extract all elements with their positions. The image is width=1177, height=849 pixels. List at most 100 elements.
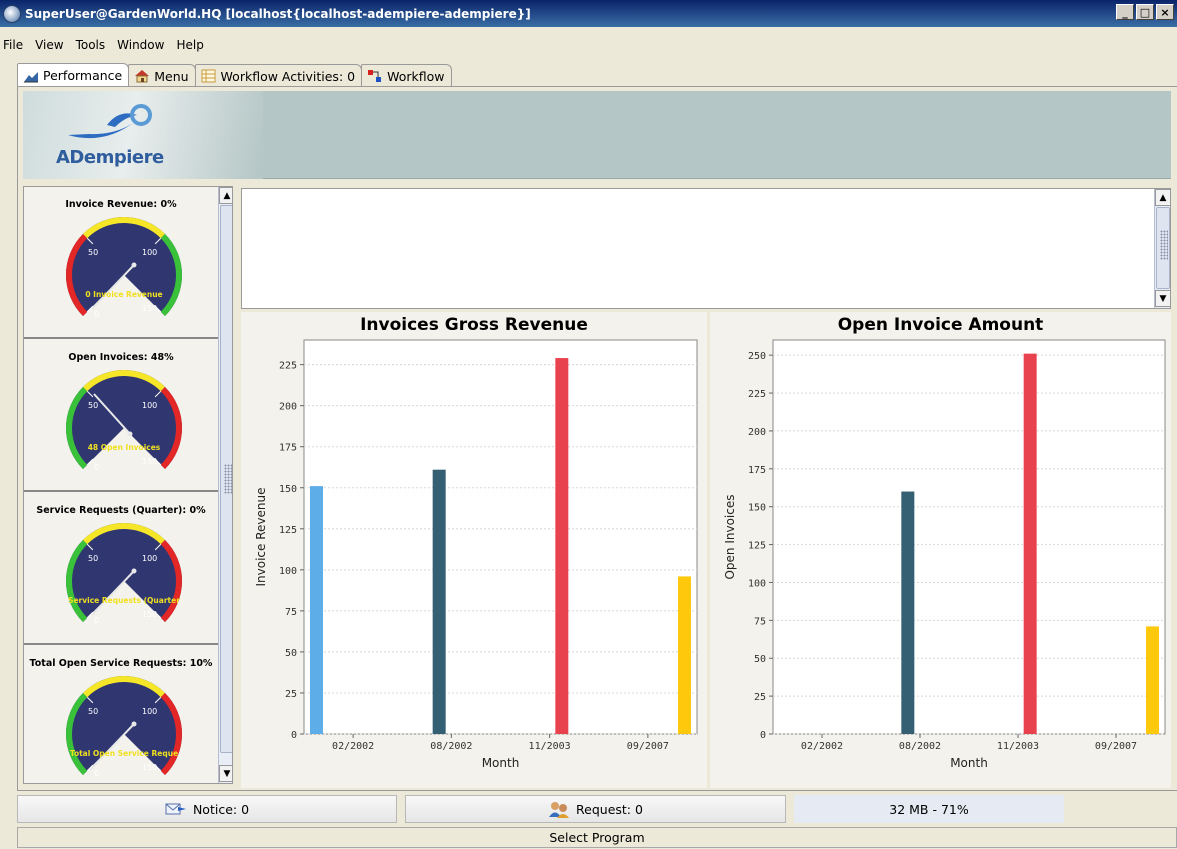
gauge-tick-label: 0 — [94, 769, 99, 776]
bar — [555, 358, 569, 734]
scroll-thumb[interactable] — [220, 205, 232, 753]
scroll-thumb[interactable] — [1156, 207, 1170, 289]
gauge-cell[interactable]: Service Requests (Quarter): 0% 0 50 100 150 S… — [24, 493, 218, 645]
program-status: Select Program — [17, 827, 1177, 848]
x-tick-label: 08/2002 — [899, 741, 941, 752]
logo: ADempiere — [23, 91, 263, 179]
gauge-cell[interactable]: Total Open Service Requests: 10% 0 50 100 15… — [24, 646, 218, 783]
notice-icon — [165, 803, 186, 815]
scroll-up-arrow-icon[interactable]: ▲ — [1155, 189, 1171, 206]
y-tick-label: 250 — [748, 351, 766, 362]
gauge-title: Open Invoices: 48% — [68, 352, 174, 363]
scroll-up-arrow-icon[interactable]: ▲ — [219, 187, 232, 204]
menu-tools[interactable]: Tools — [73, 38, 115, 52]
gauge-face — [66, 217, 182, 317]
scroll-down-arrow-icon[interactable]: ▼ — [219, 765, 232, 782]
tab-workflow-activities[interactable]: Workflow Activities: 0 — [194, 64, 363, 87]
maximize-button[interactable]: □ — [1136, 4, 1154, 20]
y-tick-label: 125 — [279, 525, 297, 536]
y-axis-label: Invoice Revenue — [254, 488, 268, 587]
y-tick-label: 200 — [279, 402, 297, 413]
gauges-scrollbar[interactable]: ▲ ▼ — [218, 187, 232, 783]
home-icon — [134, 69, 150, 83]
request-label: Request: 0 — [576, 801, 643, 817]
gauge-tick-label: 0 — [94, 463, 99, 470]
gauge-dial: 0 50 100 150 48 Open Invoices — [66, 370, 182, 470]
gauge-cell[interactable]: Open Invoices: 48% 0 50 100 150 48 Open Invoi… — [24, 340, 218, 492]
notice-button[interactable]: Notice: 0 — [17, 795, 397, 823]
x-tick-label: 11/2003 — [529, 741, 571, 752]
menu-help[interactable]: Help — [173, 38, 212, 52]
tab-workflow[interactable]: Workflow — [361, 64, 452, 87]
chart-open-invoice-amount[interactable]: Open Invoice Amount 0 25 50 75 100 125 150 175 2… — [710, 312, 1171, 788]
chart-invoices-gross-revenue[interactable]: Invoices Gross Revenue 0 25 50 75 100 125 150 1… — [241, 312, 707, 788]
y-tick-label: 25 — [285, 689, 297, 700]
scroll-down-arrow-icon[interactable]: ▼ — [1155, 290, 1171, 307]
y-tick-label: 0 — [291, 730, 297, 741]
gauge-dial: 0 50 100 150 Service Requests (Quarter — [66, 523, 182, 623]
tab-performance-label: Performance — [43, 68, 123, 83]
workflow-icon — [367, 69, 383, 83]
y-tick-label: 25 — [754, 692, 766, 703]
tab-performance[interactable]: Performance — [17, 63, 130, 87]
menu-file[interactable]: File — [0, 38, 32, 52]
bar — [901, 491, 915, 734]
x-tick-label: 08/2002 — [430, 741, 472, 752]
gauge-hub — [131, 568, 137, 574]
textarea-scrollbar[interactable]: ▲ ▼ — [1154, 189, 1171, 308]
y-tick-label: 175 — [279, 443, 297, 454]
tab-bar: Performance Menu Workflow Activities: 0 … — [17, 63, 452, 87]
tab-workflow-activities-label: Workflow Activities: 0 — [220, 68, 356, 84]
y-tick-label: 150 — [279, 484, 297, 495]
x-tick-label: 09/2007 — [627, 741, 669, 752]
gauge-title: Invoice Revenue: 0% — [65, 199, 177, 210]
y-tick-label: 50 — [754, 654, 766, 665]
x-axis-label: Month — [482, 756, 520, 770]
y-tick-label: 100 — [279, 566, 297, 577]
y-tick-label: 175 — [748, 465, 766, 476]
menu-tools-label: Tools — [75, 38, 106, 52]
y-axis-label: Open Invoices — [723, 494, 737, 579]
gauge-tick-label: 100 — [142, 248, 157, 257]
gauge-tick-label: 150 — [142, 610, 157, 619]
menu-view-label: View — [35, 38, 64, 52]
minimize-button[interactable]: _ — [1116, 4, 1134, 20]
y-tick-label: 200 — [748, 427, 766, 438]
request-button[interactable]: Request: 0 — [405, 795, 786, 823]
menu-window[interactable]: Window — [114, 38, 173, 52]
logo-text: ADempiere — [56, 147, 164, 168]
x-tick-label: 02/2002 — [801, 741, 843, 752]
logo-swoosh-icon — [68, 104, 152, 139]
y-tick-label: 75 — [754, 616, 766, 627]
bar — [310, 486, 323, 734]
gauge-dial: 0 50 100 150 0 Invoice Revenue — [66, 217, 182, 317]
x-tick-label: 02/2002 — [332, 741, 374, 752]
gauge-hub — [127, 431, 133, 437]
gauge-title: Service Requests (Quarter): 0% — [36, 505, 206, 516]
gauge-title: Total Open Service Requests: 10% — [29, 658, 213, 669]
y-tick-label: 125 — [748, 541, 766, 552]
memory-indicator[interactable]: 32 MB - 71% — [794, 795, 1064, 823]
goal-description-area[interactable]: ▲ ▼ — [241, 188, 1171, 309]
app-icon — [3, 4, 21, 23]
y-tick-label: 225 — [279, 361, 297, 372]
grip-icon — [1160, 230, 1168, 260]
table-icon — [201, 69, 217, 83]
menu-window-label: Window — [117, 38, 165, 52]
title-bar: SuperUser@GardenWorld.HQ [localhost{loca… — [0, 0, 1177, 27]
x-tick-label: 11/2003 — [997, 741, 1039, 752]
gauge-cell[interactable]: Invoice Revenue: 0% 0 50 100 150 0 Invoice Re… — [24, 187, 218, 339]
tab-workflow-label: Workflow — [387, 68, 445, 84]
gauge-tick-label: 150 — [142, 304, 157, 313]
menu-help-label: Help — [176, 38, 204, 52]
gauge-tick-label: 100 — [142, 554, 157, 563]
menu-file-label: File — [3, 38, 24, 52]
gauge-face — [66, 676, 182, 776]
gauge-tick-label: 0 — [94, 310, 99, 317]
tab-menu[interactable]: Menu — [128, 64, 196, 87]
close-button[interactable]: × — [1156, 4, 1174, 20]
gauge-tick-label: 150 — [142, 457, 157, 466]
x-tick-label: 09/2007 — [1095, 741, 1137, 752]
menu-view[interactable]: View — [32, 38, 72, 52]
y-tick-label: 50 — [285, 648, 297, 659]
